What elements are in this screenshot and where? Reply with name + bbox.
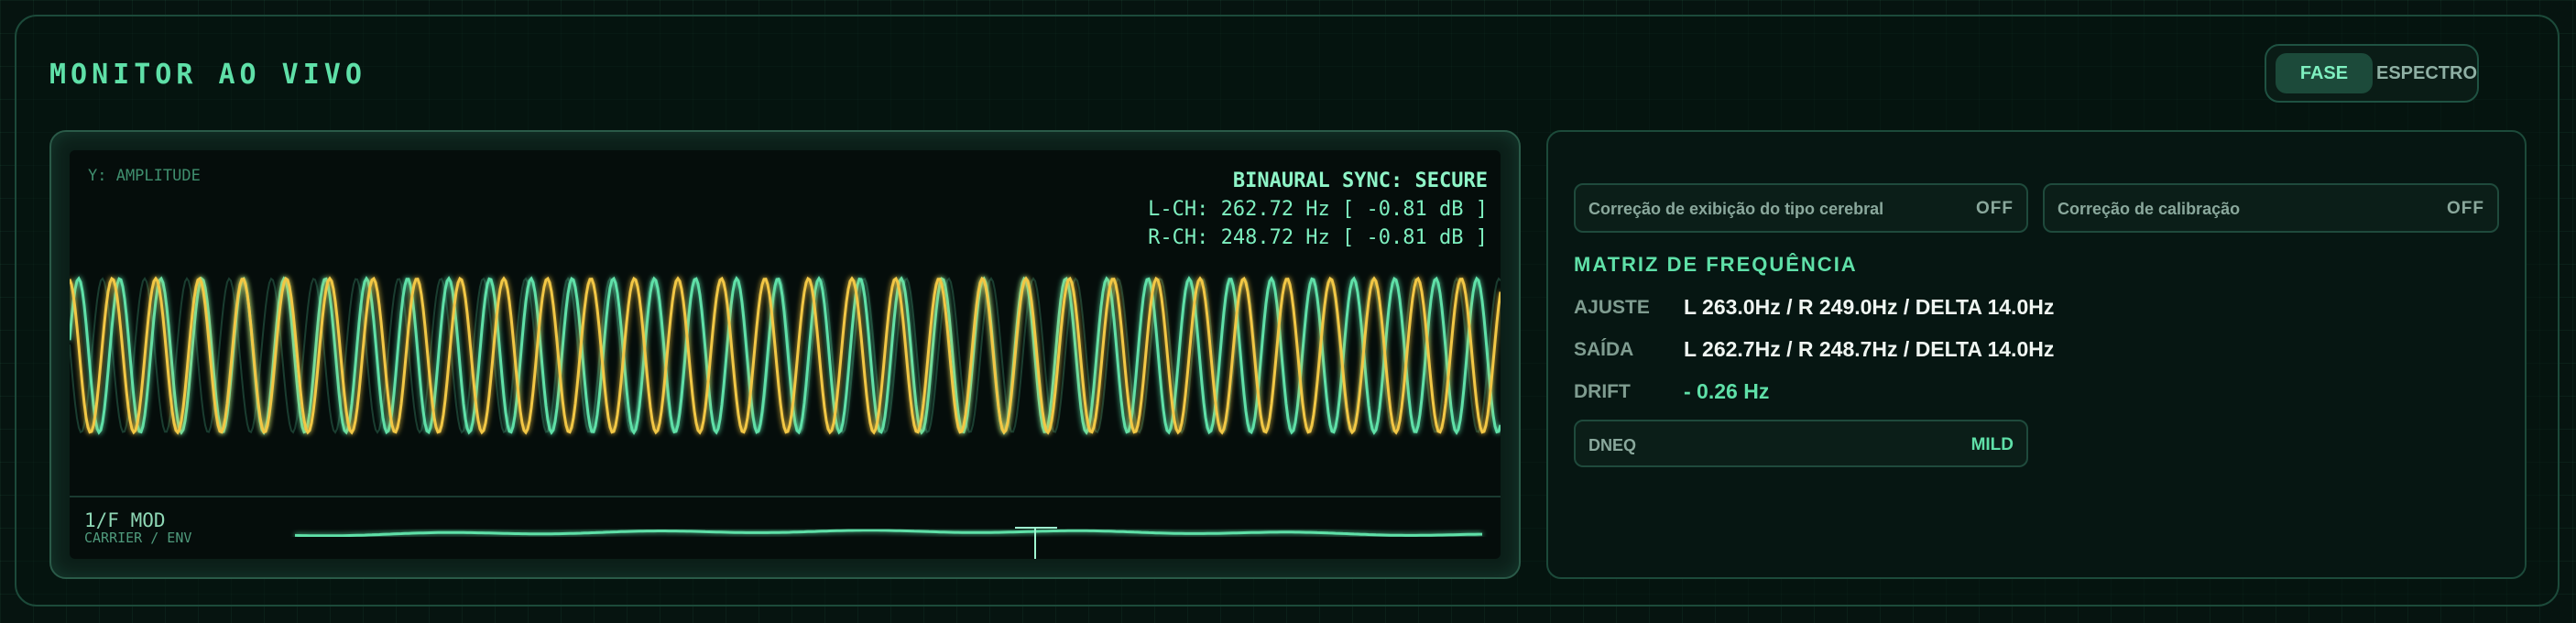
matrix-title: MATRIZ DE FREQUÊNCIA [1574,253,1858,276]
tab-fase[interactable]: FASE [2276,53,2373,93]
matrix-key-ajuste: AJUSTE [1574,297,1650,318]
left-channel-readout: L-CH: 262.72 Hz [ -0.81 dB ] [1148,198,1488,221]
matrix-value-ajuste: L 263.0Hz / R 249.0Hz / DELTA 14.0Hz [1684,295,2055,319]
tab-espectro[interactable]: ESPECTRO [2376,53,2477,93]
mod-subtitle: CARRIER / ENV [84,530,192,546]
modulation-label: 1/F MOD CARRIER / ENV [84,509,191,546]
toggle-label: Correção de exibição do tipo cerebral [1588,200,1884,218]
right-channel-readout: R-CH: 248.72 Hz [ -0.81 dB ] [1148,226,1488,249]
toggle-value: OFF [2447,199,2484,218]
matrix-value-drift: - 0.26 Hz [1684,379,1770,403]
page-title: MONITOR AO VIVO [49,59,366,91]
toggle-label: Correção de calibração [2058,200,2241,218]
matrix-value-saida: L 262.7Hz / R 248.7Hz / DELTA 14.0Hz [1684,337,2055,361]
dneq-field[interactable]: DNEQ MILD [1574,420,2028,467]
mod-title: 1/F MOD [84,509,166,531]
calibration-correction-toggle[interactable]: Correção de calibração OFF [2043,183,2499,233]
sync-status: BINAURAL SYNC: SECURE [1232,169,1488,192]
oscilloscope-screen: Y: AMPLITUDE BINAURAL SYNC: SECURE L-CH:… [70,150,1501,559]
matrix-key-drift: DRIFT [1574,381,1631,402]
toggle-value: OFF [1976,199,2014,218]
dneq-value: MILD [1970,435,2014,454]
y-axis-label: Y: AMPLITUDE [88,167,201,185]
modulation-line [294,529,1482,538]
matrix-key-saida: SAÍDA [1574,339,1634,360]
view-toggle: FASE ESPECTRO [2265,44,2479,103]
channel-readout: BINAURAL SYNC: SECURE L-CH: 262.72 Hz [ … [1148,167,1488,252]
brain-type-correction-toggle[interactable]: Correção de exibição do tipo cerebral OF… [1574,183,2028,233]
dneq-label: DNEQ [1588,436,1637,454]
